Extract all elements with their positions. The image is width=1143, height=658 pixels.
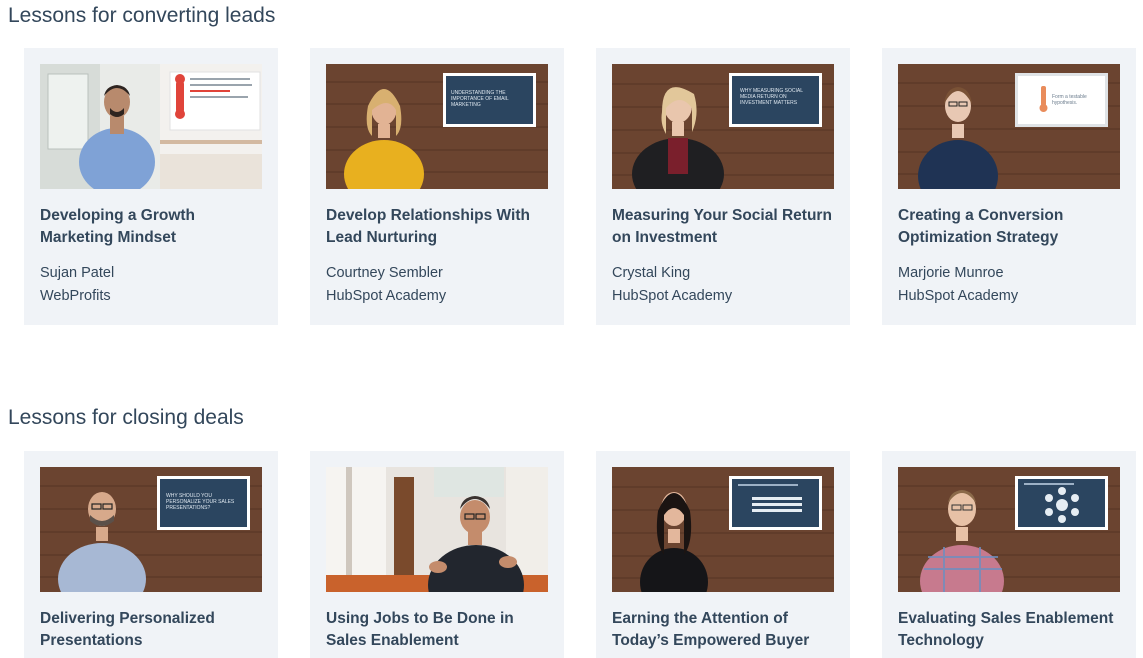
lesson-title[interactable]: Measuring Your Social Return on Investme… <box>612 205 837 249</box>
lesson-title[interactable]: Delivering Personalized Presentations <box>40 608 265 652</box>
video-thumbnail[interactable]: Form a testable hypothesis. <box>898 64 1120 189</box>
lesson-card-growth-marketing[interactable]: Developing a Growth Marketing Mindset Su… <box>24 48 278 325</box>
lesson-title[interactable]: Using Jobs to Be Done in Sales Enablemen… <box>326 608 551 652</box>
lesson-organization: WebProfits <box>40 288 111 304</box>
lesson-card-social-roi[interactable]: WHY MEASURING SOCIAL MEDIA RETURN ON INVES… <box>596 48 850 325</box>
lesson-card-sales-enablement-technology[interactable]: Evaluating Sales Enablement Technology <box>882 451 1136 658</box>
lesson-author: Sujan Patel <box>40 265 115 281</box>
lesson-card-empowered-buyer[interactable]: Earning the Attention of Today’s Empower… <box>596 451 850 658</box>
lesson-author: Crystal King <box>612 265 691 281</box>
lesson-card-lead-nurturing[interactable]: UNDERSTANDING THE IMPORTANCE OF EMAIL MARK… <box>310 48 564 325</box>
lesson-organization: HubSpot Academy <box>612 288 733 304</box>
lesson-card-personalized-presentations[interactable]: WHY SHOULD YOU PERSONALIZE YOUR SALES PRES… <box>24 451 278 658</box>
lesson-organization: HubSpot Academy <box>326 288 447 304</box>
section-title-closing-deals: Lessons for closing deals <box>8 406 244 429</box>
video-thumbnail[interactable]: WHY SHOULD YOU PERSONALIZE YOUR SALES PRES… <box>40 467 262 592</box>
lesson-card-jobs-to-be-done[interactable]: Using Jobs to Be Done in Sales Enablemen… <box>310 451 564 658</box>
lesson-title[interactable]: Developing a Growth Marketing Mindset <box>40 205 265 249</box>
video-thumbnail[interactable] <box>326 467 548 592</box>
video-thumbnail[interactable] <box>898 467 1120 592</box>
video-thumbnail[interactable]: WHY MEASURING SOCIAL MEDIA RETURN ON INVES… <box>612 64 834 189</box>
video-thumbnail[interactable]: UNDERSTANDING THE IMPORTANCE OF EMAIL MARK… <box>326 64 548 189</box>
lesson-title[interactable]: Creating a Conversion Optimization Strat… <box>898 205 1123 249</box>
lesson-author: Marjorie Munroe <box>898 265 1004 281</box>
lesson-card-conversion-optimization[interactable]: Form a testable hypothesis. Creating a Co… <box>882 48 1136 325</box>
lesson-title[interactable]: Earning the Attention of Today’s Empower… <box>612 608 837 652</box>
video-thumbnail[interactable] <box>40 64 262 189</box>
lesson-title[interactable]: Develop Relationships With Lead Nurturin… <box>326 205 551 249</box>
lesson-organization: HubSpot Academy <box>898 288 1019 304</box>
lesson-title[interactable]: Evaluating Sales Enablement Technology <box>898 608 1123 652</box>
section-title-converting-leads: Lessons for converting leads <box>8 4 276 27</box>
video-thumbnail[interactable] <box>612 467 834 592</box>
lesson-author: Courtney Sembler <box>326 265 443 281</box>
